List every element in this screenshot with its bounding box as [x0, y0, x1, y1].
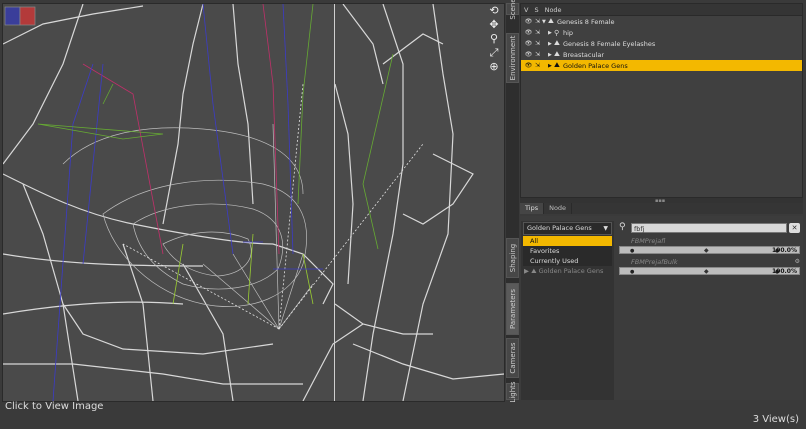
- figure-icon: ⛰: [554, 39, 560, 47]
- view-count: 3 View(s): [752, 414, 799, 425]
- tab-shaping[interactable]: Shaping: [506, 238, 519, 278]
- eye-icon[interactable]: 👁: [524, 62, 533, 69]
- filter-currently-used[interactable]: Currently Used: [523, 256, 612, 266]
- node-label: hip: [563, 28, 574, 37]
- slider-thumb[interactable]: ◆: [704, 268, 709, 275]
- search-input[interactable]: fbfj: [631, 223, 787, 233]
- figure-icon: ⛰: [548, 17, 554, 25]
- scene-node-row[interactable]: 👁 ⇲ ▶ ⚲ hip: [521, 27, 802, 38]
- wireframe-render: [3, 4, 504, 401]
- column-selectable[interactable]: S: [531, 6, 541, 14]
- select-icon[interactable]: ⇲: [533, 29, 542, 36]
- scene-node-row[interactable]: 👁 ⇲ ▶ ⛰ Breastacular: [521, 49, 802, 60]
- tab-scene[interactable]: Scene: [506, 0, 519, 20]
- node-label: Genesis 8 Female Eyelashes: [563, 39, 656, 48]
- node-label: Genesis 8 Female: [557, 17, 615, 26]
- property-value[interactable]: 100.0%: [772, 247, 797, 254]
- frame-icon[interactable]: ⤢: [487, 46, 501, 59]
- figure-icon: ⛰: [554, 50, 560, 58]
- eye-icon[interactable]: 👁: [524, 18, 533, 25]
- parameters-filter-panel: Golden Palace Gens ▼ All Favorites Curre…: [521, 221, 614, 400]
- scene-node-row[interactable]: 👁 ⇲ ▶ ⛰ Genesis 8 Female Eyelashes: [521, 38, 802, 49]
- dropdown-value: Golden Palace Gens: [527, 224, 592, 232]
- orbit-icon[interactable]: ⊕: [487, 60, 501, 73]
- tab-tips[interactable]: Tips: [520, 203, 545, 214]
- rotate-icon[interactable]: ⟲: [487, 4, 501, 17]
- viewport-toolbar: ⟲ ✥ ⚲ ⤢ ⊕: [485, 4, 503, 74]
- tab-environment[interactable]: Environment: [506, 33, 519, 83]
- figure-icon: ⛰: [554, 61, 560, 69]
- select-icon[interactable]: ⇲: [533, 40, 542, 47]
- status-hint[interactable]: Click to View Image: [5, 401, 103, 412]
- move-icon[interactable]: ✥: [487, 18, 501, 31]
- parameters-pane: Golden Palace Gens ▼ All Favorites Curre…: [520, 216, 803, 400]
- node-label: Golden Palace Gens: [563, 61, 628, 70]
- tab-lights[interactable]: Lights: [506, 381, 519, 402]
- search-icon: ⚲: [619, 222, 626, 232]
- property-slider[interactable]: ● ◆ ● 100.0%: [619, 246, 800, 254]
- chevron-right-icon[interactable]: ▶: [524, 267, 529, 275]
- bone-icon: ⚲: [554, 28, 560, 37]
- figure-icon: ⛰: [531, 267, 537, 275]
- view-cube[interactable]: [3, 4, 37, 28]
- property-value[interactable]: 100.0%: [772, 268, 797, 275]
- select-icon[interactable]: ⇲: [533, 62, 542, 69]
- tab-cameras[interactable]: Cameras: [506, 338, 519, 378]
- select-icon[interactable]: ⇲: [533, 18, 542, 25]
- property-tree-item[interactable]: ▶ ⛰ Golden Palace Gens: [521, 266, 614, 277]
- scene-header: V S Node: [521, 4, 802, 16]
- scene-pane: V S Node 👁 ⇲ ▼ ⛰ Genesis 8 Female 👁 ⇲ ▶ ⚲ hi…: [520, 3, 803, 198]
- properties-panel: ⚲ fbfj ✕ FBMPrejafl ● ◆ ● 100.0% FBMPrej…: [617, 221, 803, 400]
- clear-search-button[interactable]: ✕: [789, 223, 800, 233]
- chevron-down-icon: ▼: [603, 225, 608, 232]
- property-label: FBMPrejafl: [631, 237, 666, 245]
- vertical-tab-strip: Scene Environment Shaping Parameters Cam…: [506, 0, 519, 402]
- tree-item-label: Golden Palace Gens: [538, 267, 604, 275]
- dot-icon: ●: [630, 248, 635, 254]
- column-node[interactable]: Node: [542, 6, 565, 14]
- property-slider[interactable]: ● ◆ ● 100.0%: [619, 267, 800, 275]
- tab-node[interactable]: Node: [544, 203, 573, 214]
- scene-node-row[interactable]: 👁 ⇲ ▼ ⛰ Genesis 8 Female: [521, 16, 802, 27]
- select-icon[interactable]: ⇲: [533, 51, 542, 58]
- zoom-icon[interactable]: ⚲: [487, 32, 501, 45]
- filter-favorites[interactable]: Favorites: [523, 246, 612, 256]
- bottom-tab-strip: Tips Node: [520, 203, 803, 214]
- column-visible[interactable]: V: [521, 6, 531, 14]
- eye-icon[interactable]: 👁: [524, 29, 533, 36]
- scene-node-row-selected[interactable]: 👁 ⇲ ▶ ⛰ Golden Palace Gens: [521, 60, 802, 71]
- property-label: FBMPrejafBulk: [631, 258, 678, 266]
- eye-icon[interactable]: 👁: [524, 51, 533, 58]
- viewport-split-divider[interactable]: [334, 4, 335, 401]
- node-label: Breastacular: [563, 50, 605, 59]
- 3d-viewport[interactable]: ⟲ ✥ ⚲ ⤢ ⊕: [2, 3, 505, 402]
- eye-icon[interactable]: 👁: [524, 40, 533, 47]
- node-dropdown[interactable]: Golden Palace Gens ▼: [523, 222, 612, 235]
- slider-thumb[interactable]: ◆: [704, 247, 709, 254]
- tab-parameters[interactable]: Parameters: [506, 283, 519, 335]
- filter-all[interactable]: All: [523, 236, 612, 246]
- gear-icon[interactable]: ⚙: [795, 258, 800, 265]
- dot-icon: ●: [630, 269, 635, 275]
